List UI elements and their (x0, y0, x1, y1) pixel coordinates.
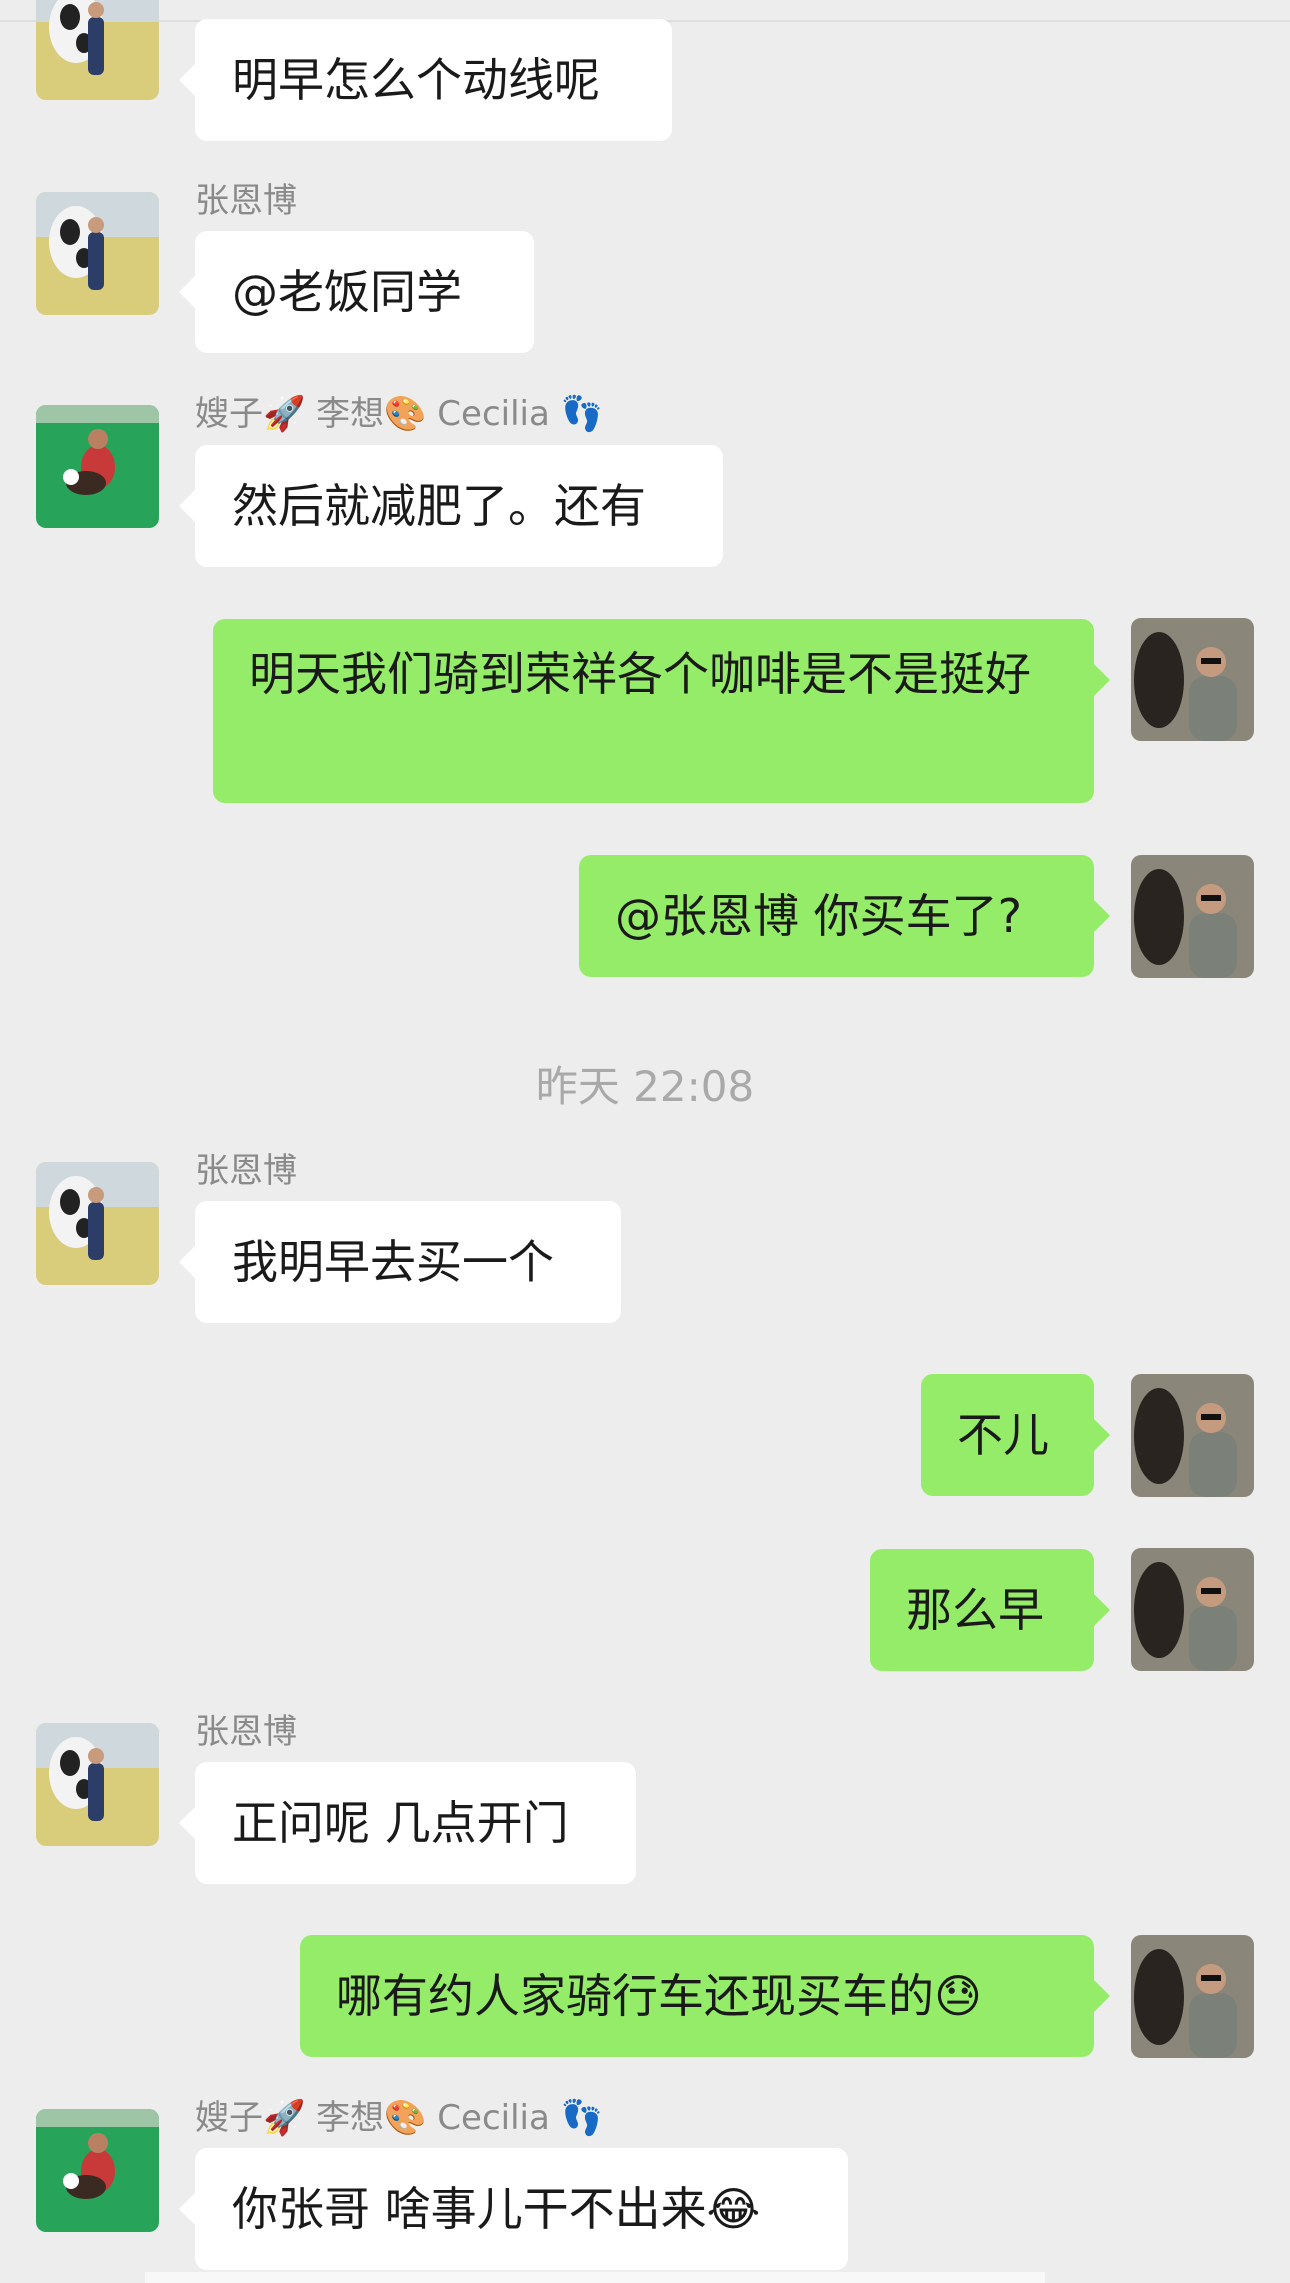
message-text: 明早怎么个动线呢 (232, 53, 600, 107)
avatar-dog[interactable] (36, 2109, 159, 2232)
person-with-cow-avatar-icon (36, 0, 159, 100)
avatar-horse[interactable] (1131, 855, 1254, 978)
person-with-dog-in-pool-avatar-icon (36, 405, 159, 528)
message-text: 哪有约人家骑行车还现买车的😓 (336, 1969, 982, 2023)
person-with-cow-avatar-icon (36, 1723, 159, 1846)
message-bubble[interactable]: @老饭同学 (179, 231, 534, 353)
sender-name: 嫂子🚀 李想🎨 Cecilia 👣 (195, 394, 603, 434)
message-bubble[interactable]: 然后就减肥了。还有 (179, 445, 723, 567)
message-text: @老饭同学 (232, 265, 462, 319)
person-with-dog-in-pool-avatar-icon (36, 2109, 159, 2232)
avatar-horse[interactable] (1131, 1374, 1254, 1497)
message-bubble[interactable]: @张恩博 你买车了? (579, 855, 1110, 977)
person-with-cow-avatar-icon (36, 192, 159, 315)
person-with-horse-avatar-icon (1131, 855, 1254, 978)
avatar-horse[interactable] (1131, 1935, 1254, 2058)
avatar-cow[interactable] (36, 0, 159, 100)
message-text: 然后就减肥了。还有 (232, 479, 646, 533)
message-text: @张恩博 你买车了? (615, 889, 1023, 943)
avatar-cow[interactable] (36, 1162, 159, 1285)
message-text: 那么早 (906, 1583, 1044, 1637)
avatar-dog[interactable] (36, 405, 159, 528)
avatar-cow[interactable] (36, 1723, 159, 1846)
sender-name: 张恩博 (195, 181, 297, 221)
person-with-cow-avatar-icon (36, 1162, 159, 1285)
message-text: 你张哥 啥事儿干不出来😂 (232, 2182, 761, 2236)
message-bubble[interactable]: 不儿 (921, 1374, 1110, 1496)
person-with-horse-avatar-icon (1131, 1548, 1254, 1671)
message-bubble[interactable]: 正问呢 几点开门 (179, 1762, 636, 1884)
message-bubble[interactable]: 明早怎么个动线呢 (179, 19, 672, 141)
avatar-horse[interactable] (1131, 618, 1254, 741)
sender-name: 张恩博 (195, 1151, 297, 1191)
avatar-horse[interactable] (1131, 1548, 1254, 1671)
sender-name: 张恩博 (195, 1712, 297, 1752)
message-bubble[interactable]: 你张哥 啥事儿干不出来😂 (179, 2148, 848, 2270)
timestamp: 昨天 22:08 (535, 1062, 755, 1111)
message-bubble[interactable]: 哪有约人家骑行车还现买车的😓 (300, 1935, 1110, 2057)
message-text: 明天我们骑到荣祥各个咖啡是不是挺好 (249, 647, 1031, 701)
message-text: 正问呢 几点开门 (232, 1796, 569, 1850)
person-with-horse-avatar-icon (1131, 618, 1254, 741)
message-bubble[interactable]: 那么早 (870, 1549, 1110, 1671)
message-bubble[interactable]: 明天我们骑到荣祥各个咖啡是不是挺好 (213, 619, 1110, 803)
message-bubble[interactable]: 我明早去买一个 (179, 1201, 621, 1323)
message-text: 我明早去买一个 (232, 1235, 554, 1289)
input-bar-edge (145, 2272, 1045, 2283)
avatar-cow[interactable] (36, 192, 159, 315)
person-with-horse-avatar-icon (1131, 1935, 1254, 2058)
sender-name: 嫂子🚀 李想🎨 Cecilia 👣 (195, 2098, 603, 2138)
message-text: 不儿 (957, 1408, 1049, 1462)
person-with-horse-avatar-icon (1131, 1374, 1254, 1497)
